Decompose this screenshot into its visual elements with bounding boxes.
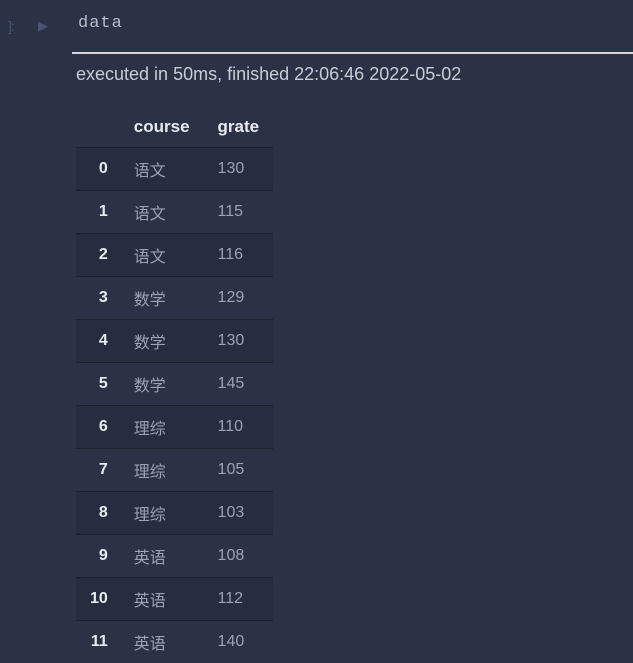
row-index: 4 [76,320,120,363]
table-row: 10英语112 [76,578,273,621]
table-row: 3数学129 [76,277,273,320]
table-header-row: course grate [76,107,273,148]
column-header-grate: grate [204,107,274,148]
table-row: 1语文115 [76,191,273,234]
table-row: 6理综110 [76,406,273,449]
table-row: 8理综103 [76,492,273,535]
cell-course: 英语 [120,578,204,621]
cell-course: 理综 [120,449,204,492]
table-row: 11英语140 [76,621,273,663]
row-index: 8 [76,492,120,535]
table-row: 7理综105 [76,449,273,492]
cell-grate: 130 [204,148,274,191]
cell-course: 理综 [120,492,204,535]
row-index: 6 [76,406,120,449]
cell-course: 语文 [120,234,204,277]
output-area: course grate 0语文1301语文1152语文1163数学1294数学… [0,99,633,663]
table-row: 0语文130 [76,148,273,191]
cell-course: 语文 [120,148,204,191]
cell-grate: 129 [204,277,274,320]
cell-grate: 112 [204,578,274,621]
row-index: 7 [76,449,120,492]
row-index: 0 [76,148,120,191]
cell-grate: 103 [204,492,274,535]
cell-prompt-indicator: ]: [8,18,28,34]
cell-course: 英语 [120,535,204,578]
cell-grate: 145 [204,363,274,406]
cell-grate: 108 [204,535,274,578]
row-index: 1 [76,191,120,234]
row-index: 2 [76,234,120,277]
cell-grate: 105 [204,449,274,492]
table-row: 2语文116 [76,234,273,277]
table-row: 4数学130 [76,320,273,363]
column-header-course: course [120,107,204,148]
cell-course: 英语 [120,621,204,663]
table-row: 9英语108 [76,535,273,578]
cell-course: 数学 [120,363,204,406]
cell-grate: 116 [204,234,274,277]
table-row: 5数学145 [76,363,273,406]
row-index: 5 [76,363,120,406]
cell-grate: 130 [204,320,274,363]
cell-course: 语文 [120,191,204,234]
cell-grate: 110 [204,406,274,449]
code-input[interactable]: data [60,0,633,52]
cell-course: 理综 [120,406,204,449]
row-index: 9 [76,535,120,578]
dataframe-table: course grate 0语文1301语文1152语文1163数学1294数学… [76,107,273,663]
row-index: 11 [76,621,120,663]
cell-course: 数学 [120,320,204,363]
execution-status: executed in 50ms, finished 22:06:46 2022… [0,54,633,99]
cell-grate: 140 [204,621,274,663]
run-arrow-icon[interactable]: ▶ [38,18,48,34]
index-header [76,107,120,148]
row-index: 3 [76,277,120,320]
row-index: 10 [76,578,120,621]
cell-course: 数学 [120,277,204,320]
cell-grate: 115 [204,191,274,234]
input-cell: ]: ▶ data [0,0,633,52]
